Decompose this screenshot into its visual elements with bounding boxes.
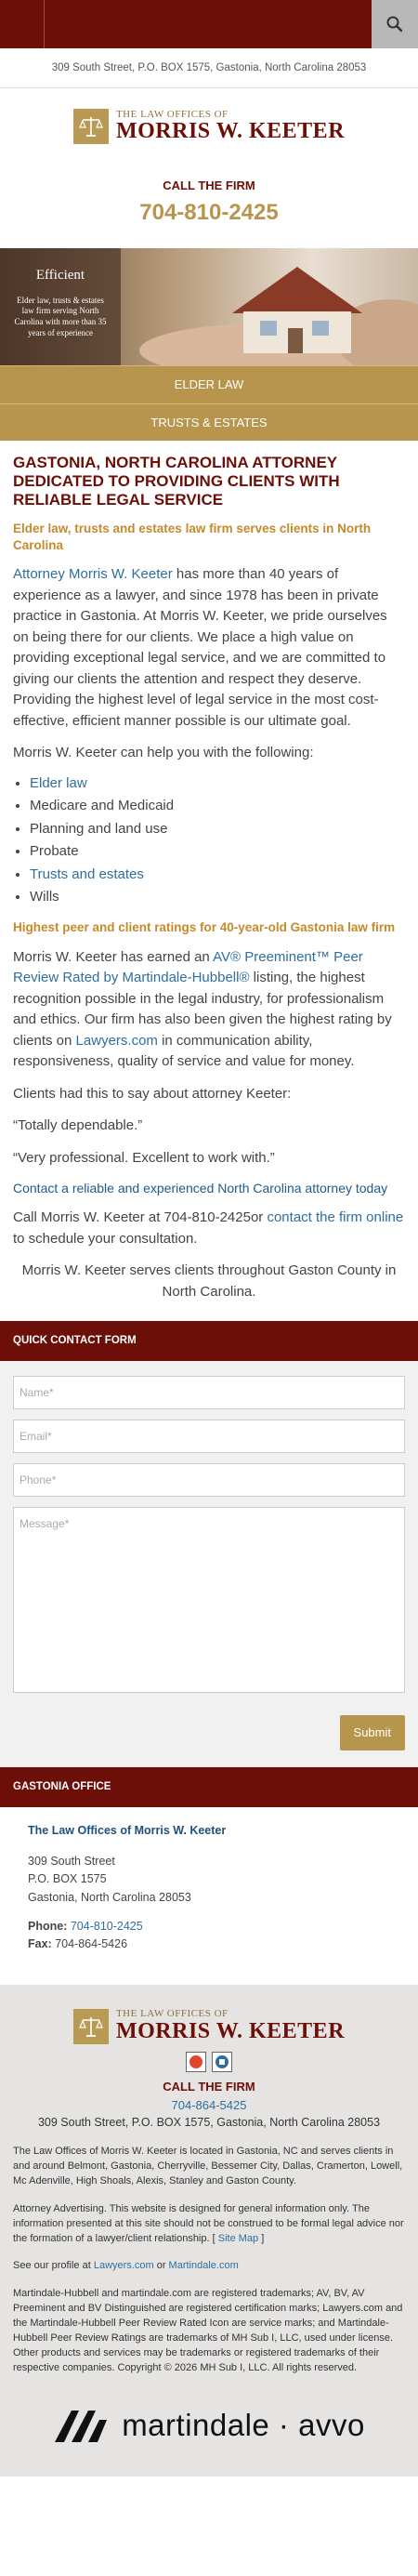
header-address: 309 South Street, P.O. BOX 1575, Gastoni… (0, 48, 418, 89)
list-item: Planning and land use (30, 819, 405, 840)
call-heading: CALL THE FIRM (163, 178, 255, 192)
lawyers-com-link[interactable]: Lawyers.com (76, 1033, 158, 1049)
hero-caption: Efficient Elder law, trusts & estates la… (0, 248, 121, 366)
hero-banner: Efficient Elder law, trusts & estates la… (0, 248, 418, 366)
site-logo[interactable]: THE LAW OFFICES OF MORRIS W. KEETER (0, 88, 418, 156)
hero-description: Elder law, trusts & estates law firm ser… (14, 295, 107, 337)
footer-address: 309 South Street, P.O. BOX 1575, Gastoni… (37, 2116, 381, 2130)
message-field[interactable]: Message* (13, 1507, 405, 1694)
testimonial-quote: “Totally dependable.” (13, 1117, 143, 1134)
top-bar (0, 0, 418, 48)
logo-title: MORRIS W. KEETER (115, 119, 346, 144)
list-item: Probate (30, 841, 405, 863)
ratings-paragraph: Morris W. Keeter has earned an AV® Preem… (13, 948, 392, 1070)
list-item: Wills (30, 887, 405, 908)
services-intro: Morris W. Keeter can help you with the f… (13, 745, 314, 761)
phone-field[interactable]: Phone* (13, 1463, 405, 1498)
nav-item-trusts-estates[interactable]: TRUSTS & ESTATES (0, 403, 418, 442)
practice-nav: ELDER LAW TRUSTS & ESTATES (0, 365, 418, 442)
testimonial-quote: “Very professional. Excellent to work wi… (13, 1149, 275, 1166)
martindale-avvo-mark-icon (55, 2410, 108, 2442)
form-heading: QUICK CONTACT FORM (0, 1321, 418, 1362)
office-name: The Law Offices of Morris W. Keeter (28, 1824, 227, 1838)
nav-item-elder-law[interactable]: ELDER LAW (0, 365, 418, 403)
office-fax: 704-864-5426 (55, 1936, 128, 1950)
menu-button[interactable] (0, 0, 45, 48)
footer-profile: See our profile at Lawyers.com or Martin… (13, 2260, 239, 2272)
office-address: 309 South Street P.O. BOX 1575 Gastonia,… (28, 1854, 191, 1904)
lawyers-com-profile-link[interactable]: Lawyers.com (94, 2260, 154, 2271)
service-area: Morris W. Keeter serves clients througho… (21, 1262, 397, 1300)
office-phone-link[interactable]: 704-810-2425 (71, 1920, 143, 1933)
footer-phone[interactable]: 704-864-5425 (13, 2096, 405, 2115)
footer-service-area: The Law Offices of Morris W. Keeter is l… (13, 2145, 403, 2186)
scales-of-justice-icon (72, 109, 109, 145)
call-phone[interactable]: 704-810-2425 (0, 196, 418, 230)
martindale-avvo-wordmark: martindale · avvo (122, 2408, 365, 2443)
footer-trademarks: Martindale-Hubbell and martindale.com ar… (13, 2288, 403, 2374)
name-field[interactable]: Name* (13, 1376, 405, 1410)
contact-online-link[interactable]: contact the firm online (267, 1209, 403, 1225)
ratings-heading: Highest peer and client ratings for 40-y… (13, 919, 396, 934)
page-subtitle: Elder law, trusts and estates law firm s… (13, 522, 372, 552)
quick-contact-form: Name* Email* Phone* Message* Submit (0, 1361, 418, 1767)
services-list: Elder law Medicare and Medicaid Planning… (30, 773, 405, 908)
contact-paragraph: Call Morris W. Keeter at 704-810-2425or … (13, 1209, 404, 1247)
scales-of-justice-icon (72, 2008, 109, 2044)
footer-disclaimer: Attorney Advertising. This website is de… (13, 2202, 404, 2244)
contact-heading: Contact a reliable and experienced North… (13, 1181, 388, 1196)
testimonials-intro: Clients had this to say about attorney K… (13, 1085, 292, 1102)
footer-logo[interactable]: THE LAW OFFICES OF MORRIS W. KEETER (13, 2008, 405, 2045)
list-item[interactable]: Elder law (30, 773, 405, 795)
office-heading: GASTONIA OFFICE (0, 1766, 418, 1808)
office-info: The Law Offices of Morris W. Keeter 309 … (0, 1807, 418, 1984)
list-item[interactable]: Trusts and estates (30, 865, 405, 886)
hero-title: Efficient (35, 268, 85, 284)
martindale-avvo-logo[interactable]: martindale · avvo (13, 2402, 405, 2449)
martindale-profile-link[interactable]: Martindale.com (169, 2260, 239, 2271)
submit-button[interactable]: Submit (339, 1715, 405, 1750)
search-button[interactable] (372, 0, 418, 48)
search-icon (386, 16, 403, 33)
page-title: GASTONIA, NORTH CAROLINA ATTORNEY DEDICA… (13, 454, 340, 509)
client-rating-badge-icon[interactable] (212, 2052, 232, 2073)
av-rating-badge-icon[interactable] (186, 2052, 206, 2073)
email-field[interactable]: Email* (13, 1420, 405, 1454)
main-content: GASTONIA, NORTH CAROLINA ATTORNEY DEDICA… (0, 441, 418, 1321)
office-contact: Phone: 704-810-2425 Fax: 704-864-5426 (28, 1920, 143, 1950)
intro-paragraph: Attorney Morris W. Keeter has more than … (13, 566, 387, 729)
list-item: Medicare and Medicaid (30, 796, 405, 817)
rating-badges (13, 2052, 405, 2073)
footer: THE LAW OFFICES OF MORRIS W. KEETER CALL… (0, 1984, 418, 2477)
site-map-link[interactable]: Site Map (218, 2233, 258, 2244)
footer-call-heading: CALL THE FIRM (163, 2080, 255, 2094)
attorney-link[interactable]: Attorney Morris W. Keeter (13, 566, 173, 582)
